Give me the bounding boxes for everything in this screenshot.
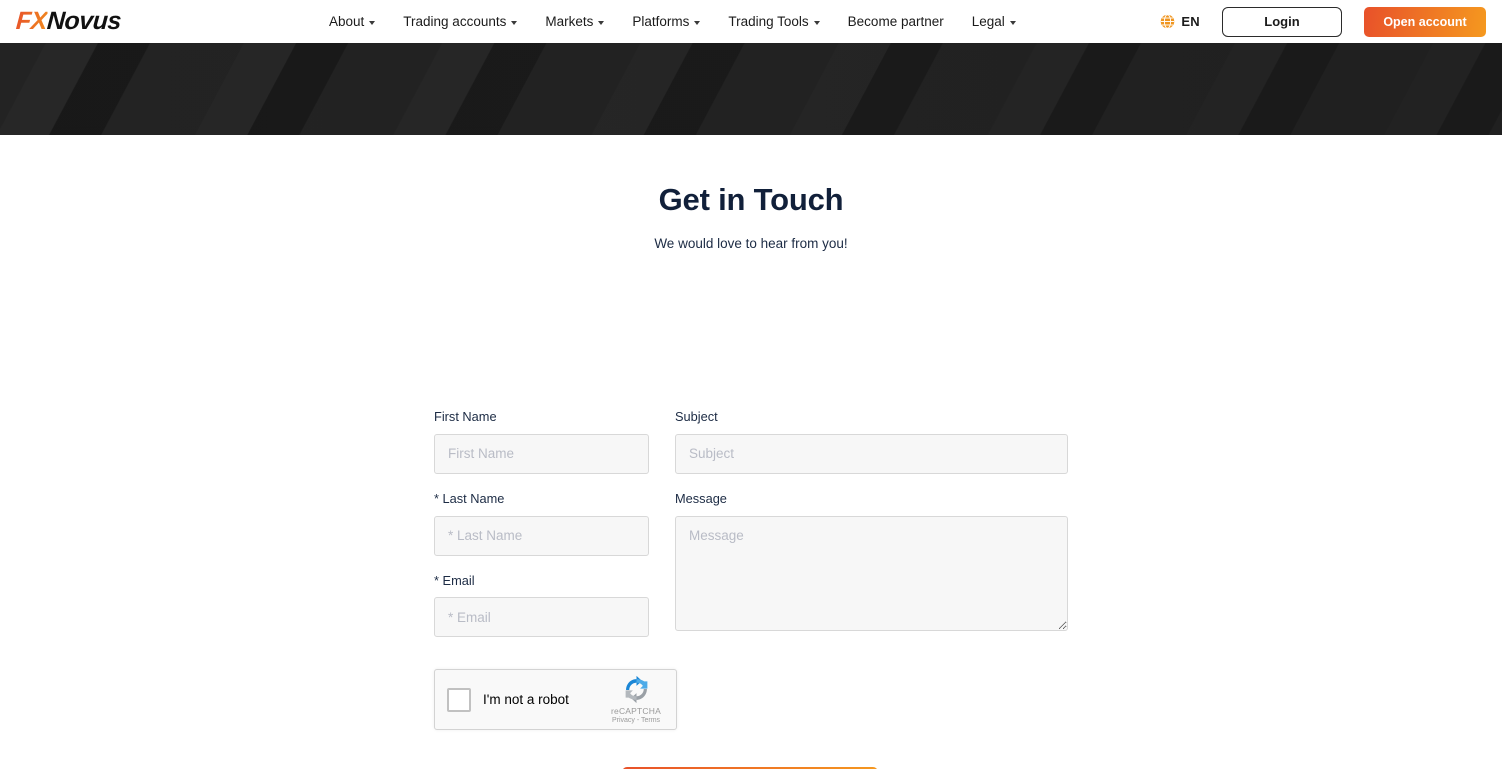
recaptcha-label: I'm not a robot xyxy=(483,692,569,707)
nav-item-about[interactable]: About xyxy=(329,14,376,29)
logo-text-fx: FX xyxy=(15,7,48,35)
page-subtitle: We would love to hear from you! xyxy=(654,236,848,251)
page-title: Get in Touch xyxy=(658,182,844,217)
open-account-button[interactable]: Open account xyxy=(1364,6,1486,37)
first-name-input[interactable] xyxy=(434,433,649,474)
language-selector[interactable]: EN xyxy=(1160,14,1200,29)
chevron-down-icon xyxy=(511,20,518,25)
field-email: * Email xyxy=(434,572,649,638)
field-first-name: First Name xyxy=(434,409,649,474)
chevron-down-icon xyxy=(694,20,701,25)
message-textarea[interactable] xyxy=(675,515,1068,631)
header-actions: EN Login Open account xyxy=(1160,0,1502,43)
main-navigation: About Trading accounts Markets Platforms… xyxy=(329,0,1016,43)
last-name-input[interactable] xyxy=(434,515,649,556)
form-column-right: Subject Message xyxy=(675,409,1068,656)
nav-item-label: Platforms xyxy=(632,14,690,29)
nav-item-label: Trading Tools xyxy=(728,14,809,29)
field-last-name: * Last Name xyxy=(434,490,649,556)
site-header: FX Novus About Trading accounts Markets P… xyxy=(0,0,1502,43)
recaptcha-logo-icon xyxy=(625,675,647,704)
nav-item-label: Trading accounts xyxy=(403,14,507,29)
nav-item-label: Legal xyxy=(971,14,1005,29)
contact-form: First Name * Last Name * Email Subject xyxy=(434,409,1068,656)
banner-gradient-overlay xyxy=(0,43,1502,135)
nav-item-trading-tools[interactable]: Trading Tools xyxy=(728,14,820,29)
chevron-down-icon xyxy=(813,20,820,25)
open-account-button-label: Open account xyxy=(1383,14,1467,29)
nav-item-legal[interactable]: Legal xyxy=(972,14,1016,29)
recaptcha-brand-name: reCAPTCHA xyxy=(611,706,661,716)
first-name-label: First Name xyxy=(434,409,497,424)
last-name-label: * Last Name xyxy=(434,490,505,506)
email-label: * Email xyxy=(434,572,475,588)
nav-item-label: About xyxy=(329,14,365,29)
nav-item-become-partner[interactable]: Become partner xyxy=(848,14,944,29)
field-subject: Subject xyxy=(675,409,1068,474)
message-label: Message xyxy=(675,490,727,506)
recaptcha-privacy-terms[interactable]: Privacy - Terms xyxy=(600,717,672,724)
subject-label: Subject xyxy=(675,409,718,424)
recaptcha-branding: reCAPTCHA Privacy - Terms xyxy=(600,675,672,724)
login-button[interactable]: Login xyxy=(1222,6,1342,37)
nav-item-trading-accounts[interactable]: Trading accounts xyxy=(403,14,518,29)
login-button-label: Login xyxy=(1264,14,1300,29)
logo-text-novus: Novus xyxy=(46,7,122,35)
nav-item-label: Markets xyxy=(545,14,594,29)
chevron-down-icon xyxy=(598,20,605,25)
recaptcha-checkbox[interactable] xyxy=(447,687,471,712)
chevron-down-icon xyxy=(369,20,376,25)
field-message: Message xyxy=(675,490,1068,631)
language-label: EN xyxy=(1181,14,1200,29)
nav-item-platforms[interactable]: Platforms xyxy=(632,14,701,29)
chevron-down-icon xyxy=(1009,20,1016,25)
form-column-left: First Name * Last Name * Email xyxy=(434,409,649,656)
subject-input[interactable] xyxy=(675,433,1068,474)
email-input[interactable] xyxy=(434,597,649,638)
globe-icon xyxy=(1161,14,1175,29)
site-logo[interactable]: FX Novus xyxy=(15,7,122,35)
recaptcha-widget[interactable]: I'm not a robot reCAPTCHA Privacy - Term… xyxy=(434,669,677,730)
hero-banner xyxy=(0,43,1502,135)
main-content: Get in Touch We would love to hear from … xyxy=(0,135,1502,769)
nav-item-markets[interactable]: Markets xyxy=(545,14,605,29)
nav-item-label: Become partner xyxy=(847,14,944,29)
